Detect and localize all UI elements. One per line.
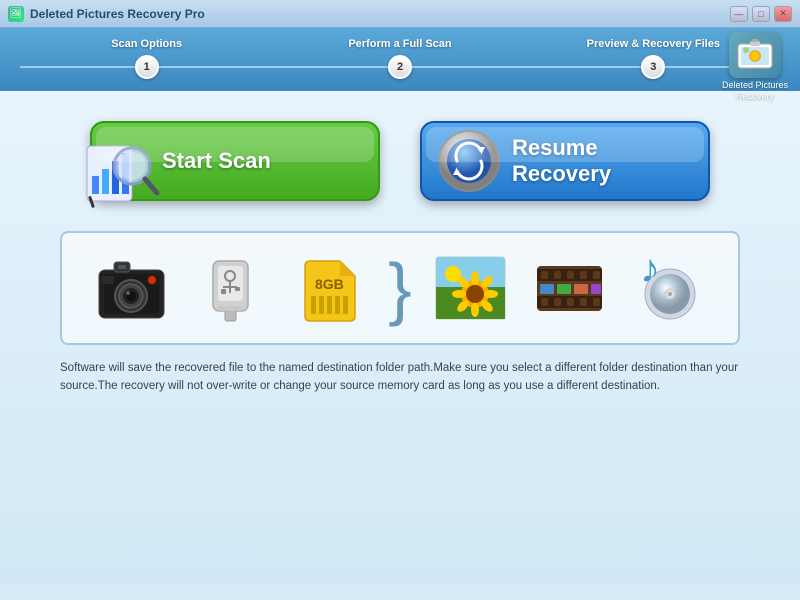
recovery-icon [437, 129, 502, 194]
step-line-left-1 [20, 66, 135, 68]
step-2-label: Perform a Full Scan [348, 38, 451, 50]
start-scan-label: Start Scan [162, 148, 271, 174]
step-line-left-2 [273, 66, 388, 68]
title-bar: 🖼 Deleted Pictures Recovery Pro — □ ✕ [0, 0, 800, 28]
camera-icon [91, 248, 171, 328]
main-content: Start Scan [0, 91, 800, 585]
buttons-row: Start Scan [90, 121, 710, 201]
header: Scan Options 1 Perform a Full Scan 2 Pre… [0, 28, 800, 91]
step-2: Perform a Full Scan 2 [273, 38, 526, 79]
app-logo: Deleted PicturesRecovery [720, 32, 790, 102]
step-1: Scan Options 1 [20, 38, 273, 79]
logo-text: Deleted PicturesRecovery [722, 80, 788, 102]
step-line-left-3 [527, 66, 642, 68]
description-text: Software will save the recovered file to… [60, 359, 740, 396]
step-circle-3: 3 [641, 55, 665, 79]
maximize-button[interactable]: □ [752, 6, 770, 22]
steps-container: Scan Options 1 Perform a Full Scan 2 Pre… [0, 38, 800, 79]
bracket-separator: } [388, 253, 411, 323]
scan-icon [82, 131, 152, 201]
step-line-right-2 [412, 66, 527, 68]
window-controls: — □ ✕ [730, 6, 792, 22]
step-line-right-1 [159, 66, 274, 68]
music-icon: ♪ [628, 248, 708, 328]
step-1-label: Scan Options [111, 38, 182, 50]
sd-card-icon: 8GB [289, 248, 369, 328]
film-icon [530, 248, 610, 328]
step-circle-2: 2 [388, 55, 412, 79]
photo-icon [431, 248, 511, 328]
app-icon: 🖼 [8, 6, 24, 22]
resume-recovery-button[interactable]: Resume Recovery [420, 121, 710, 201]
step-3-label: Preview & Recovery Files [587, 38, 720, 50]
device-icons-box: 8GB } [60, 231, 740, 345]
svg-text:8GB: 8GB [315, 276, 344, 292]
window-title: Deleted Pictures Recovery Pro [30, 7, 205, 21]
logo-icon [729, 32, 781, 78]
resume-recovery-label: Resume Recovery [512, 135, 693, 187]
svg-text:♪: ♪ [640, 252, 660, 291]
close-button[interactable]: ✕ [774, 6, 792, 22]
minimize-button[interactable]: — [730, 6, 748, 22]
start-scan-button[interactable]: Start Scan [90, 121, 380, 201]
usb-drive-icon [190, 248, 270, 328]
step-circle-1: 1 [135, 55, 159, 79]
